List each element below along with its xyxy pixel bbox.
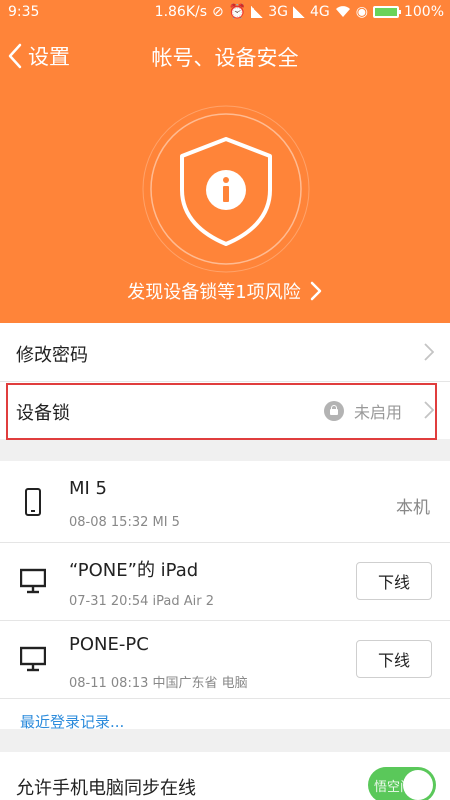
back-label: 设置 [28,45,70,69]
shield-icon [142,105,310,273]
status-time: 9:35 [8,4,40,20]
battery-icon [372,6,401,18]
phone-icon [25,488,41,516]
security-shield [141,104,311,274]
privacy-icon: ◉ [355,4,368,20]
risk-text: 发现设备锁等1项风险 [127,282,301,303]
risk-notice[interactable]: 发现设备锁等1项风险 [0,278,450,304]
device-detail: 07-31 20:54 iPad Air 2 [69,594,214,609]
chevron-right-icon [310,281,321,301]
status-bar: 9:35 1.86K/s ⊘ ⏰ 3G 4G ◉ 100% [0,0,450,26]
monitor-icon [20,568,46,594]
device-name: MI 5 [69,478,108,499]
sync-label: 允许手机电脑同步在线 [16,778,196,799]
wifi-icon [335,6,350,18]
network-speed: 1.86K/s [154,4,208,20]
device-row[interactable]: MI 5 08-08 15:32 MI 5 本机 [0,461,450,542]
monitor-icon [20,646,46,672]
header-area: 9:35 1.86K/s ⊘ ⏰ 3G 4G ◉ 100% 设置 帐号、设备安全 [0,0,450,323]
watermark: 悟空问答 [374,780,427,795]
chevron-right-icon [424,343,434,361]
offline-button[interactable]: 下线 [356,640,432,678]
recent-login-link[interactable]: 最近登录记录... [20,711,124,732]
network-type-2: 4G [309,4,330,20]
network-type: 3G [268,4,288,20]
change-password-row[interactable]: 修改密码 [0,323,450,381]
highlight-box [6,383,437,440]
battery-level: 100% [403,4,444,20]
nav-bar: 设置 帐号、设备安全 [0,36,450,76]
chevron-left-icon [8,43,22,69]
alarm-icon: ⏰ [228,4,247,20]
device-detail: 08-08 15:32 MI 5 [69,515,180,530]
divider [0,698,450,699]
signal-icon-2 [292,6,305,18]
mute-icon: ⊘ [212,4,224,20]
device-row: PONE-PC 08-11 08:13 中国广东省 电脑 下线 [0,621,450,698]
device-name: PONE-PC [69,634,149,655]
device-detail: 08-11 08:13 中国广东省 电脑 [69,676,248,691]
change-password-label: 修改密码 [16,345,88,366]
signal-icon [251,6,264,18]
back-button[interactable]: 设置 [6,36,70,76]
offline-button[interactable]: 下线 [356,562,432,600]
device-name: “PONE”的 iPad [69,560,199,581]
this-device-tag: 本机 [396,498,430,518]
device-row: “PONE”的 iPad 07-31 20:54 iPad Air 2 下线 [0,543,450,620]
